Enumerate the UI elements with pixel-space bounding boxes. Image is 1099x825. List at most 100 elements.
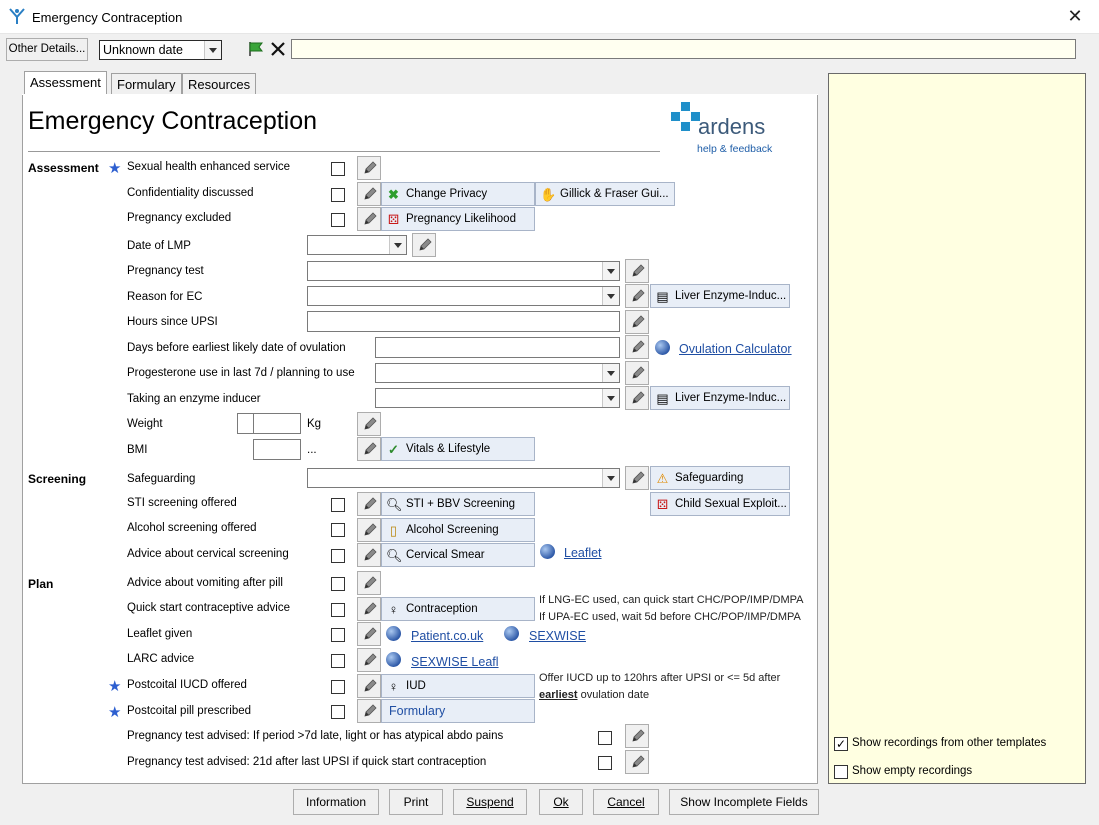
edit-pencil-icon[interactable]	[625, 724, 649, 748]
edit-pencil-icon[interactable]	[357, 674, 381, 698]
patient-link[interactable]: Patient.co.uk	[411, 629, 483, 643]
edit-pencil-icon[interactable]	[357, 207, 381, 231]
checkbox[interactable]	[331, 188, 345, 202]
vitals-lifestyle-button[interactable]: ✓ Vitals & Lifestyle	[381, 437, 535, 461]
checkmark-icon: ✓	[388, 442, 399, 457]
clear-x-icon[interactable]	[269, 40, 287, 58]
liver-enzyme-button[interactable]: ▤ Liver Enzyme-Induc...	[650, 386, 790, 410]
title-bar: Emergency Contraception ✕	[0, 0, 1099, 34]
checkbox[interactable]	[598, 731, 612, 745]
alcohol-screening-button[interactable]: ▯ Alcohol Screening	[381, 518, 535, 542]
edit-pencil-icon[interactable]	[357, 597, 381, 621]
lmp-date-select[interactable]	[307, 235, 407, 255]
cervical-smear-button[interactable]: 🔍︎ Cervical Smear	[381, 543, 535, 567]
toolbar-text-field[interactable]	[291, 39, 1076, 59]
days-ovulation-input[interactable]	[375, 337, 620, 358]
pregnancy-test-select[interactable]	[307, 261, 620, 281]
date-select[interactable]: Unknown date	[99, 40, 222, 60]
edit-pencil-icon[interactable]	[357, 648, 381, 672]
checkbox[interactable]	[331, 523, 345, 537]
show-incomplete-fields-button[interactable]: Show Incomplete Fields	[669, 789, 819, 815]
show-empty-recordings-checkbox[interactable]	[834, 765, 848, 779]
checkbox[interactable]	[331, 628, 345, 642]
help-feedback-link[interactable]: help & feedback	[697, 143, 772, 155]
ok-button[interactable]: Ok	[539, 789, 583, 815]
tab-formulary[interactable]: Formulary	[111, 73, 182, 95]
edit-pencil-icon[interactable]	[625, 310, 649, 334]
checkbox[interactable]	[598, 756, 612, 770]
ovulation-calculator-link[interactable]: Ovulation Calculator	[679, 342, 792, 356]
iud-button[interactable]: ♀ IUD	[381, 674, 535, 698]
brand-name[interactable]: ardens	[698, 114, 765, 140]
checkbox[interactable]	[331, 654, 345, 668]
formulary-button[interactable]: Formulary	[381, 699, 535, 723]
pregnancy-likelihood-button[interactable]: ⚄ Pregnancy Likelihood	[381, 207, 535, 231]
edit-pencil-icon[interactable]	[357, 156, 381, 180]
edit-pencil-icon[interactable]	[625, 335, 649, 359]
cancel-button[interactable]: Cancel	[593, 789, 659, 815]
information-button[interactable]: Information	[293, 789, 379, 815]
other-details-button[interactable]: Other Details...	[6, 38, 88, 61]
weight-input[interactable]	[253, 413, 301, 434]
edit-pencil-icon[interactable]	[625, 361, 649, 385]
priority-star-icon: ★	[108, 678, 122, 695]
liver-enzyme-button[interactable]: ▤ Liver Enzyme-Induc...	[650, 284, 790, 308]
edit-pencil-icon[interactable]	[625, 259, 649, 283]
unit-label: ...	[307, 444, 317, 456]
row-label: Progesterone use in last 7d / planning t…	[127, 367, 355, 379]
edit-pencil-icon[interactable]	[357, 437, 381, 461]
checkbox[interactable]	[331, 680, 345, 694]
leaflet-link[interactable]: Leaflet	[564, 546, 602, 560]
print-button[interactable]: Print	[389, 789, 443, 815]
hours-since-upsi-input[interactable]	[307, 311, 620, 332]
edit-pencil-icon[interactable]	[357, 412, 381, 436]
edit-pencil-icon[interactable]	[357, 543, 381, 567]
lng-note: If LNG-EC used, can quick start CHC/POP/…	[539, 594, 804, 606]
safeguarding-select[interactable]	[307, 468, 620, 488]
window-title: Emergency Contraception	[32, 10, 183, 25]
checkbox[interactable]	[331, 603, 345, 617]
reason-ec-select[interactable]	[307, 286, 620, 306]
tab-resources[interactable]: Resources	[182, 73, 257, 95]
gillick-fraser-button[interactable]: ✋ Gillick & Fraser Gui...	[535, 182, 675, 206]
row-label: Taking an enzyme inducer	[127, 393, 261, 405]
safeguarding-button[interactable]: ⚠ Safeguarding	[650, 466, 790, 490]
checkbox[interactable]	[331, 162, 345, 176]
cse-button[interactable]: ⚄ Child Sexual Exploit...	[650, 492, 790, 516]
edit-pencil-icon[interactable]	[357, 492, 381, 516]
tab-assessment[interactable]: Assessment	[24, 71, 107, 94]
bmi-input[interactable]	[253, 439, 301, 460]
edit-pencil-icon[interactable]	[412, 233, 436, 257]
weight-prefix-input[interactable]	[237, 413, 254, 434]
suspend-button[interactable]: Suspend	[453, 789, 527, 815]
green-x-icon: ✖	[388, 187, 399, 202]
row-label: Pregnancy excluded	[127, 212, 232, 224]
change-privacy-button[interactable]: ✖ Change Privacy	[381, 182, 535, 206]
edit-pencil-icon[interactable]	[357, 571, 381, 595]
checkbox[interactable]	[331, 498, 345, 512]
checkbox[interactable]	[331, 705, 345, 719]
contraception-button[interactable]: ♀ Contraception	[381, 597, 535, 621]
checkbox[interactable]	[331, 213, 345, 227]
edit-pencil-icon[interactable]	[357, 518, 381, 542]
sexwise-leaflet-link[interactable]: SEXWISE Leafl	[411, 655, 499, 669]
edit-pencil-icon[interactable]	[357, 182, 381, 206]
edit-pencil-icon[interactable]	[357, 622, 381, 646]
checkbox[interactable]	[331, 549, 345, 563]
edit-pencil-icon[interactable]	[625, 386, 649, 410]
edit-pencil-icon[interactable]	[625, 750, 649, 774]
progesterone-select[interactable]	[375, 363, 620, 383]
sti-screening-button[interactable]: 🔍︎ STI + BBV Screening	[381, 492, 535, 516]
checkbox[interactable]	[331, 577, 345, 591]
edit-pencil-icon[interactable]	[625, 284, 649, 308]
enzyme-inducer-select[interactable]	[375, 388, 620, 408]
globe-icon	[540, 544, 555, 559]
green-flag-icon[interactable]	[247, 40, 265, 58]
hand-icon: ✋	[540, 187, 557, 202]
show-other-templates-checkbox[interactable]: ✓	[834, 737, 848, 751]
female-symbol-icon: ♀	[388, 602, 399, 617]
edit-pencil-icon[interactable]	[625, 466, 649, 490]
edit-pencil-icon[interactable]	[357, 699, 381, 723]
close-icon[interactable]: ✕	[1065, 6, 1085, 26]
sexwise-link[interactable]: SEXWISE	[529, 629, 586, 643]
